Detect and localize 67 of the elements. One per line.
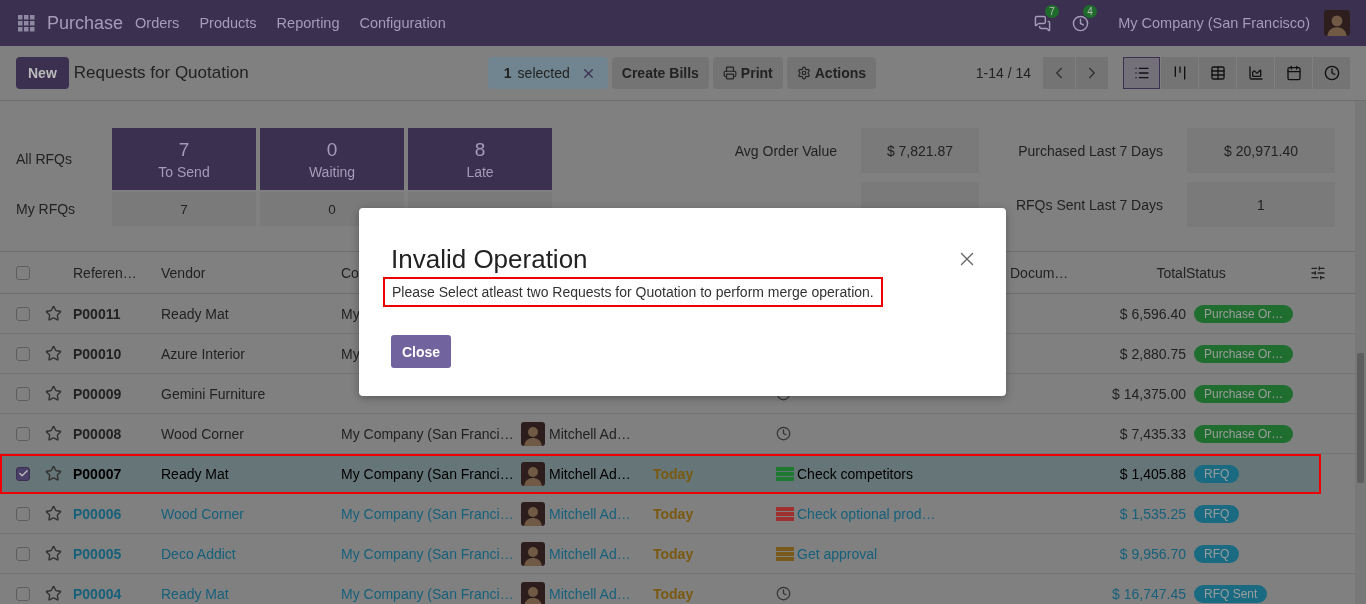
table-cell: Ready Mat bbox=[161, 465, 229, 482]
table-cell: Today bbox=[653, 545, 694, 562]
status-badge: Purchase Or… bbox=[1194, 424, 1294, 443]
status-badge: Purchase Or… bbox=[1194, 384, 1294, 403]
stat-value: 1 bbox=[1187, 182, 1335, 227]
dialog-message: Please Select atleast two Requests for Quotation to perform merge operation. bbox=[383, 277, 883, 307]
stat-label: Purchased Last 7 Days bbox=[1018, 142, 1163, 159]
table-cell: Gemini Furniture bbox=[161, 385, 266, 402]
table-cell: $ 14,375.00 bbox=[1112, 385, 1186, 402]
table-cell: $ 9,956.70 bbox=[1119, 545, 1186, 562]
table-cell: My bbox=[341, 345, 360, 362]
table-cell: $ 7,435.33 bbox=[1119, 425, 1186, 442]
activity-count: 4 bbox=[1083, 5, 1097, 18]
table-cell: P00009 bbox=[73, 385, 122, 402]
selected-label: selected bbox=[517, 65, 570, 81]
table-cell: Today bbox=[653, 505, 694, 522]
dialog-title: Invalid Operation bbox=[391, 244, 588, 275]
stat-value: $ 20,971.40 bbox=[1187, 128, 1335, 173]
table-cell: Deco Addict bbox=[161, 545, 236, 562]
table-cell: $ 1,535.25 bbox=[1119, 505, 1186, 522]
status-badge: RFQ bbox=[1194, 544, 1240, 563]
table-cell: $ 16,747.45 bbox=[1112, 585, 1186, 602]
status-badge: RFQ bbox=[1194, 464, 1240, 483]
table-cell: $ 2,880.75 bbox=[1119, 345, 1186, 362]
table-cell: Mitchell Ad… bbox=[549, 545, 631, 562]
table-cell: My bbox=[341, 305, 360, 322]
row-label: All RFQs bbox=[16, 151, 73, 167]
table-cell: My Company (San Franci… bbox=[341, 505, 514, 522]
table-cell: Mitchell Ad… bbox=[549, 465, 631, 482]
table-cell: Ready Mat bbox=[161, 585, 229, 602]
table-cell: My Company (San Franci… bbox=[341, 585, 514, 602]
table-cell: Azure Interior bbox=[161, 345, 246, 362]
table-cell: P00011 bbox=[73, 305, 121, 322]
table-cell: Today bbox=[653, 585, 694, 602]
status-badge: RFQ Sent bbox=[1194, 584, 1268, 603]
stat-label: RFQs Sent Last 7 Days bbox=[1015, 196, 1163, 213]
stat-value: $ 7,821.87 bbox=[861, 128, 979, 173]
table-cell: P00006 bbox=[73, 505, 122, 522]
message-count: 7 bbox=[1045, 5, 1059, 18]
table-cell: Ready Mat bbox=[161, 305, 229, 322]
status-badge: Purchase Or… bbox=[1194, 304, 1294, 323]
status-badge: RFQ bbox=[1194, 504, 1240, 523]
activity-summary: Check optional prod… bbox=[797, 505, 936, 522]
selected-count: 1 bbox=[503, 65, 512, 81]
stat-label: Avg Order Value bbox=[734, 142, 837, 159]
table-cell: P00010 bbox=[73, 345, 122, 362]
table-cell: $ 1,405.88 bbox=[1119, 465, 1186, 482]
table-cell: Wood Corner bbox=[161, 425, 244, 442]
pager-text: 1-14 / 14 bbox=[975, 65, 1031, 81]
table-cell: P00004 bbox=[73, 585, 122, 602]
activity-summary: Get approval bbox=[797, 545, 878, 562]
page-title: Requests for Quotation bbox=[73, 63, 250, 83]
table-cell: Mitchell Ad… bbox=[549, 505, 631, 522]
table-cell: Wood Corner bbox=[161, 505, 244, 522]
table-cell: Today bbox=[653, 465, 694, 482]
table-cell: My Company (San Franci… bbox=[341, 465, 514, 482]
table-cell: P00008 bbox=[73, 425, 122, 442]
table-cell: $ 6,596.40 bbox=[1119, 305, 1186, 322]
table-cell: P00007 bbox=[73, 465, 122, 482]
row-label: My RFQs bbox=[16, 201, 77, 217]
table-cell: Mitchell Ad… bbox=[549, 585, 631, 602]
table-cell: P00005 bbox=[73, 545, 122, 562]
status-badge: Purchase Or… bbox=[1194, 344, 1294, 363]
table-cell: My Company (San Franci… bbox=[341, 545, 514, 562]
table-cell: Mitchell Ad… bbox=[549, 425, 631, 442]
table-cell: My Company (San Franci… bbox=[341, 425, 514, 442]
activity-summary: Check competitors bbox=[797, 465, 913, 482]
